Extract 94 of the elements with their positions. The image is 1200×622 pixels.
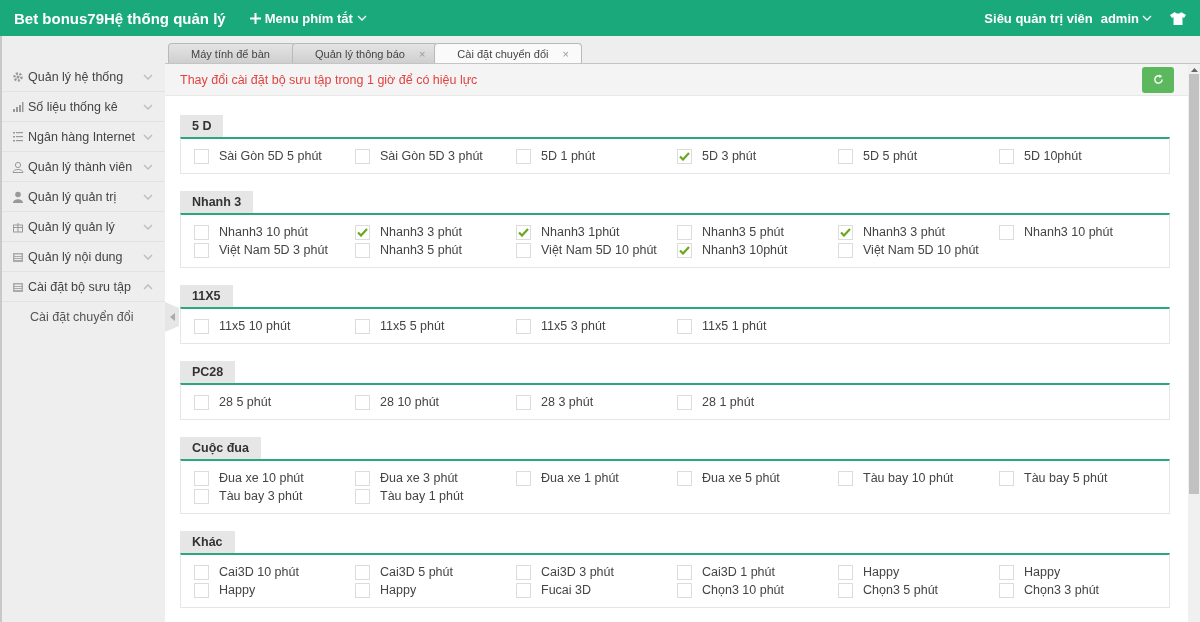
option-checkbox[interactable]: Nhanh3 3 phút bbox=[355, 223, 516, 241]
gift-icon bbox=[12, 220, 24, 233]
gear-icon bbox=[12, 70, 24, 83]
chevron-down-icon bbox=[143, 163, 153, 170]
check-icon bbox=[357, 227, 368, 237]
option-checkbox[interactable]: Sài Gòn 5D 3 phút bbox=[355, 147, 516, 165]
newspaper-icon bbox=[12, 280, 24, 293]
group-title: 5 D bbox=[180, 115, 224, 137]
sidebar-item[interactable]: Quản lý quản lý bbox=[2, 212, 165, 242]
option-checkbox[interactable]: Đua xe 10 phút bbox=[194, 469, 355, 487]
chevron-down-icon bbox=[1142, 15, 1152, 21]
option-checkbox[interactable]: Nhanh3 1phút bbox=[516, 223, 677, 241]
option-checkbox[interactable]: 5D 5 phút bbox=[838, 147, 999, 165]
option-checkbox[interactable]: 11x5 5 phút bbox=[355, 317, 516, 335]
sidebar-item[interactable]: Quản lý thành viên bbox=[2, 152, 165, 182]
option-checkbox[interactable]: Việt Nam 5D 3 phút bbox=[194, 241, 355, 259]
option-checkbox[interactable]: 5D 3 phút bbox=[677, 147, 838, 165]
user-role: Siêu quản trị viên bbox=[984, 10, 1093, 26]
option-checkbox[interactable]: Đua xe 5 phút bbox=[677, 469, 838, 487]
chevron-up-icon bbox=[143, 283, 153, 290]
option-checkbox[interactable]: Tàu bay 10 phút bbox=[838, 469, 999, 487]
chevron-down-icon bbox=[143, 253, 153, 260]
option-checkbox[interactable]: Tàu bay 1 phút bbox=[355, 487, 516, 505]
option-checkbox[interactable]: Nhanh3 10phút bbox=[677, 241, 838, 259]
check-icon bbox=[679, 245, 690, 255]
option-checkbox[interactable]: Cai3D 10 phút bbox=[194, 563, 355, 581]
sidebar-subitem[interactable]: Cài đặt chuyển đổi bbox=[2, 302, 165, 332]
check-icon bbox=[518, 227, 529, 237]
chevron-down-icon bbox=[143, 73, 153, 80]
chevron-down-icon bbox=[143, 223, 153, 230]
group-title: Nhanh 3 bbox=[180, 191, 254, 213]
option-checkbox[interactable]: Chọn3 5 phút bbox=[838, 581, 999, 599]
option-checkbox[interactable]: 28 1 phút bbox=[677, 393, 838, 411]
check-icon bbox=[679, 151, 690, 161]
sidebar-item[interactable]: Quản lý quản trị bbox=[2, 182, 165, 212]
option-checkbox[interactable]: 28 3 phút bbox=[516, 393, 677, 411]
option-checkbox[interactable]: Nhanh3 3 phút bbox=[838, 223, 999, 241]
option-checkbox[interactable]: Nhanh3 5 phút bbox=[677, 223, 838, 241]
tab[interactable]: Cài đặt chuyển đổi × bbox=[434, 43, 582, 63]
sidebar-item[interactable]: Quản lý nội dung bbox=[2, 242, 165, 272]
list-icon bbox=[12, 130, 24, 143]
chevron-down-icon bbox=[356, 15, 367, 21]
option-checkbox[interactable]: Sài Gòn 5D 5 phút bbox=[194, 147, 355, 165]
refresh-button[interactable] bbox=[1142, 66, 1174, 93]
group-title: Cuộc đua bbox=[180, 437, 261, 459]
option-checkbox[interactable]: 5D 10phút bbox=[999, 147, 1160, 165]
option-checkbox[interactable]: Chọn3 10 phút bbox=[677, 581, 838, 599]
user-icon bbox=[12, 160, 24, 173]
option-checkbox[interactable]: Cai3D 1 phút bbox=[677, 563, 838, 581]
option-checkbox[interactable]: Đua xe 3 phút bbox=[355, 469, 516, 487]
option-checkbox[interactable]: Đua xe 1 phút bbox=[516, 469, 677, 487]
option-checkbox[interactable]: Happy bbox=[999, 563, 1160, 581]
group-title: 11X5 bbox=[180, 285, 233, 307]
option-checkbox[interactable]: Fucai 3D bbox=[516, 581, 677, 599]
sidebar-item[interactable]: Ngân hàng Internet bbox=[2, 122, 165, 152]
collapse-handle[interactable] bbox=[165, 302, 179, 332]
option-checkbox[interactable]: 11x5 1 phút bbox=[677, 317, 838, 335]
group-title: PC28 bbox=[180, 361, 236, 383]
option-checkbox[interactable]: Nhanh3 10 phút bbox=[999, 223, 1160, 241]
option-checkbox[interactable]: Nhanh3 5 phút bbox=[355, 241, 516, 259]
check-icon bbox=[840, 227, 851, 237]
option-checkbox[interactable]: Việt Nam 5D 10 phút bbox=[838, 241, 999, 259]
refresh-icon bbox=[1152, 74, 1164, 85]
notice-text: Thay đổi cài đặt bộ sưu tập trong 1 giờ để có hiệu lực bbox=[180, 72, 479, 87]
option-checkbox[interactable]: 28 10 phút bbox=[355, 393, 516, 411]
app-title: Bet bonus79Hệ thống quản lý bbox=[14, 9, 226, 27]
chevron-down-icon bbox=[143, 193, 153, 200]
user-icon bbox=[12, 190, 24, 203]
chevron-down-icon bbox=[143, 133, 153, 140]
sidebar-item[interactable]: Cài đặt bộ sưu tập bbox=[2, 272, 165, 302]
option-checkbox[interactable]: 5D 1 phút bbox=[516, 147, 677, 165]
triangle-left-icon bbox=[169, 313, 175, 321]
option-checkbox[interactable]: 11x5 10 phút bbox=[194, 317, 355, 335]
sidebar-item[interactable]: Số liệu thống kê bbox=[2, 92, 165, 122]
option-checkbox[interactable]: Happy bbox=[355, 581, 516, 599]
chevron-down-icon bbox=[143, 103, 153, 110]
newspaper-icon bbox=[12, 250, 24, 263]
option-checkbox[interactable]: Happy bbox=[838, 563, 999, 581]
option-checkbox[interactable]: Chọn3 3 phút bbox=[999, 581, 1160, 599]
option-checkbox[interactable]: Happy bbox=[194, 581, 355, 599]
option-checkbox[interactable]: Tàu bay 3 phút bbox=[194, 487, 355, 505]
plus-icon bbox=[249, 12, 261, 24]
option-checkbox[interactable]: Cai3D 5 phút bbox=[355, 563, 516, 581]
group-title: Khác bbox=[180, 531, 235, 553]
bar-chart-icon bbox=[12, 100, 24, 113]
option-checkbox[interactable]: Nhanh3 10 phút bbox=[194, 223, 355, 241]
option-checkbox[interactable]: 11x5 3 phút bbox=[516, 317, 677, 335]
triangle-up-icon bbox=[1190, 68, 1198, 72]
option-checkbox[interactable]: Tàu bay 5 phút bbox=[999, 469, 1160, 487]
option-checkbox[interactable]: Cai3D 3 phút bbox=[516, 563, 677, 581]
shirt-icon[interactable] bbox=[1170, 11, 1186, 25]
option-checkbox[interactable]: 28 5 phút bbox=[194, 393, 355, 411]
scrollbar[interactable] bbox=[1188, 64, 1200, 622]
option-checkbox[interactable]: Việt Nam 5D 10 phút bbox=[516, 241, 677, 259]
